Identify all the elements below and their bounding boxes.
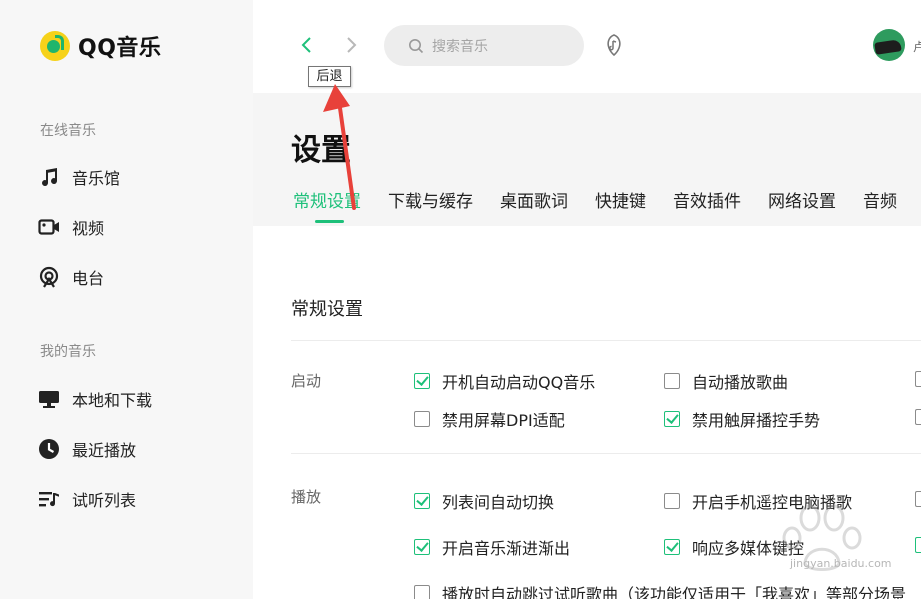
tab-sound-plugins[interactable]: 音效插件	[673, 187, 741, 212]
music-identify-icon	[607, 34, 621, 57]
sidebar-item-radio[interactable]: 电台	[38, 265, 104, 289]
clock-icon	[38, 438, 60, 460]
sidebar-item-label: 试听列表	[72, 491, 137, 510]
divider	[291, 340, 921, 341]
sidebar-item-label: 本地和下载	[72, 391, 153, 410]
option-label: 禁用屏幕DPI适配	[442, 411, 565, 430]
checkbox-unchecked[interactable]	[664, 493, 680, 509]
tab-download-cache[interactable]: 下载与缓存	[388, 187, 473, 212]
option-label: 开机自动启动QQ音乐	[442, 373, 596, 392]
sidebar-item-recent-play[interactable]: 最近播放	[38, 437, 136, 461]
tab-audio[interactable]: 音频	[863, 187, 897, 212]
checkbox-checked[interactable]	[664, 539, 680, 555]
user-name[interactable]: 卢	[913, 38, 921, 55]
option-label: 播放时自动跳过试听歌曲（该功能仅适用于「我喜欢」等部分场景	[442, 585, 907, 599]
tab-network[interactable]: 网络设置	[768, 187, 836, 212]
back-button[interactable]	[295, 33, 319, 57]
checkbox-checked[interactable]	[414, 493, 430, 509]
video-icon	[38, 216, 60, 238]
chevron-right-icon	[347, 37, 357, 53]
sidebar-item-label: 最近播放	[72, 441, 137, 460]
settings-tabs: 常规设置 下载与缓存 桌面歌词 快捷键 音效插件 网络设置 音频	[293, 187, 921, 223]
checkbox-checked[interactable]	[414, 539, 430, 555]
option-disable-dpi[interactable]: 禁用屏幕DPI适配	[414, 407, 565, 431]
sidebar-item-label: 电台	[72, 269, 105, 288]
red-arrow-annotation	[323, 84, 356, 210]
sidebar-item-video[interactable]: 视频	[38, 215, 104, 239]
checkbox-offscreen[interactable]	[915, 371, 921, 387]
option-label: 列表间自动切换	[442, 493, 555, 512]
option-label: 禁用触屏播控手势	[692, 411, 821, 430]
option-auto-switch-list[interactable]: 列表间自动切换	[414, 489, 554, 513]
sidebar-item-music-hall[interactable]: 音乐馆	[38, 165, 120, 189]
search-placeholder: 搜索音乐	[432, 38, 488, 55]
app-name: QQ音乐	[78, 36, 162, 61]
checkbox-checked[interactable]	[664, 411, 680, 427]
sidebar-item-local-download[interactable]: 本地和下载	[38, 387, 152, 411]
watermark-text: jingyan.baidu.com	[790, 557, 892, 570]
checkbox-offscreen[interactable]	[915, 409, 921, 425]
search-icon	[409, 38, 424, 53]
online-music-title: 在线音乐	[40, 123, 96, 139]
radio-icon	[38, 266, 60, 288]
chevron-left-icon	[301, 37, 311, 53]
playlist-icon	[38, 488, 60, 510]
option-fade-in-out[interactable]: 开启音乐渐进渐出	[414, 535, 570, 559]
tab-shortcuts[interactable]: 快捷键	[595, 187, 646, 212]
checkbox-offscreen[interactable]	[915, 537, 921, 553]
checkbox-offscreen[interactable]	[915, 491, 921, 507]
option-disable-touch-gesture[interactable]: 禁用触屏播控手势	[664, 407, 820, 431]
app-logo[interactable]: QQ音乐	[40, 30, 161, 62]
section-heading: 常规设置	[291, 299, 363, 320]
qq-music-logo-icon	[40, 31, 70, 61]
music-note-icon	[38, 166, 60, 188]
sidebar: QQ音乐 在线音乐 音乐馆 视频 电台 我的音乐 本地和下载 最近播放 试听列表	[0, 0, 253, 599]
checkbox-checked[interactable]	[414, 373, 430, 389]
option-label: 自动播放歌曲	[692, 373, 789, 392]
option-skip-trial-songs[interactable]: 播放时自动跳过试听歌曲（该功能仅适用于「我喜欢」等部分场景	[414, 581, 921, 599]
checkbox-unchecked[interactable]	[414, 585, 430, 599]
tab-desktop-lyrics[interactable]: 桌面歌词	[500, 187, 568, 212]
option-label: 开启音乐渐进渐出	[442, 539, 571, 558]
option-auto-start[interactable]: 开机自动启动QQ音乐	[414, 369, 595, 393]
monitor-icon	[38, 388, 60, 410]
group-label-startup: 启动	[291, 372, 322, 390]
forward-button[interactable]	[339, 33, 363, 57]
user-avatar[interactable]	[873, 29, 905, 61]
group-label-playback: 播放	[291, 488, 322, 506]
sidebar-item-label: 视频	[72, 219, 105, 238]
my-music-title: 我的音乐	[40, 344, 96, 360]
checkbox-unchecked[interactable]	[664, 373, 680, 389]
listen-identify-button[interactable]	[603, 33, 625, 61]
sidebar-item-label: 音乐馆	[72, 169, 121, 188]
sidebar-item-trial-list[interactable]: 试听列表	[38, 487, 136, 511]
option-auto-play[interactable]: 自动播放歌曲	[664, 369, 788, 393]
checkbox-unchecked[interactable]	[414, 411, 430, 427]
divider	[291, 453, 921, 454]
search-input[interactable]: 搜索音乐	[384, 25, 584, 66]
